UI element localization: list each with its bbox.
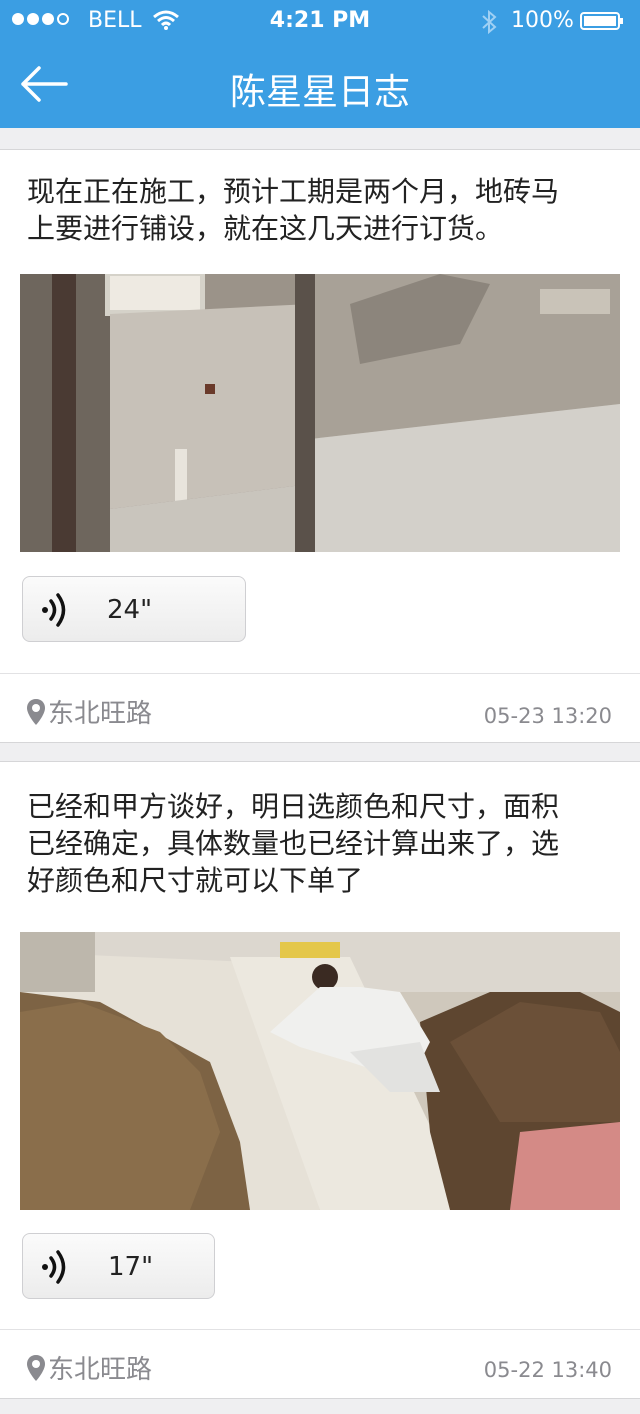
- app-header: BELL 4:21 PM 100% 陈星星日志: [0, 0, 640, 128]
- bluetooth-icon: [482, 10, 497, 34]
- post-timestamp: 05-22 13:40: [483, 1358, 612, 1382]
- log-entry-text: 现在正在施工，预计工期是两个月，地砖马 上要进行铺设，就在这几天进行订货。: [27, 175, 560, 245]
- navigation-bar: 陈星星日志: [0, 40, 640, 128]
- status-bar: BELL 4:21 PM 100%: [0, 0, 640, 40]
- location-pin-icon: [27, 1354, 45, 1381]
- page-title: 陈星星日志: [229, 72, 410, 113]
- battery-percentage: 100%: [511, 8, 574, 33]
- construction-room-photo[interactable]: [20, 274, 620, 552]
- log-entry-card: 现在正在施工，预计工期是两个月，地砖马 上要进行铺设，就在这几天进行订货。 24…: [0, 149, 640, 743]
- post-timestamp: 05-23 13:20: [483, 704, 612, 728]
- log-entry-text: 已经和甲方谈好，明日选颜色和尺寸，面积 已经确定，具体数量也已经计算出来了，选 …: [27, 790, 560, 897]
- voice-icon: [42, 593, 66, 627]
- voice-icon: [42, 1250, 66, 1284]
- voice-duration: 24": [107, 595, 153, 625]
- location-name: 东北旺路: [48, 699, 153, 729]
- card-divider: [0, 673, 640, 674]
- log-entry-card: 已经和甲方谈好，明日选颜色和尺寸，面积 已经确定，具体数量也已经计算出来了，选 …: [0, 761, 640, 1399]
- card-divider: [0, 1329, 640, 1330]
- location-tag: 东北旺路: [26, 693, 152, 730]
- voice-message-button[interactable]: 17": [22, 1233, 215, 1299]
- battery-icon: [580, 12, 623, 30]
- location-name: 东北旺路: [48, 1355, 153, 1385]
- location-pin-icon: [27, 698, 45, 725]
- tiling-worker-photo[interactable]: [20, 932, 620, 1210]
- voice-duration: 17": [108, 1252, 154, 1282]
- location-tag: 东北旺路: [26, 1349, 152, 1386]
- voice-message-button[interactable]: 24": [22, 576, 246, 642]
